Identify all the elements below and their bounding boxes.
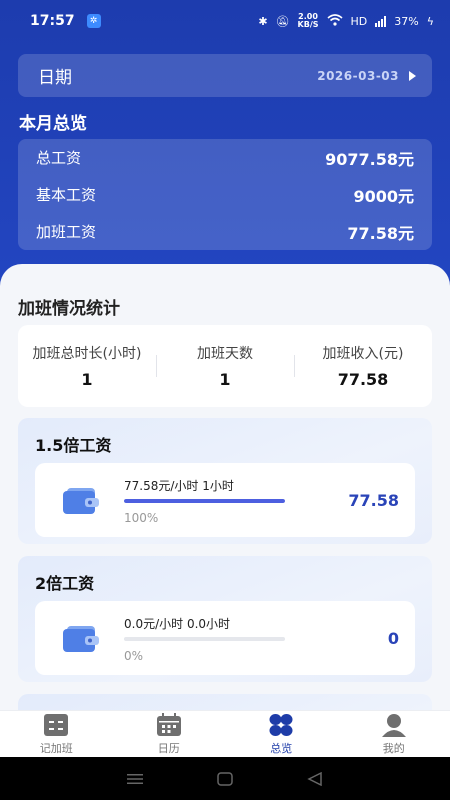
rate-detail: 77.58元/小时 1小时 bbox=[124, 479, 234, 493]
overview-row-total: 总工资 9077.58元 bbox=[36, 139, 414, 176]
app-notification-icon: ✲ bbox=[86, 14, 101, 28]
progress-fill bbox=[124, 499, 285, 503]
tab-mine[interactable]: 我的 bbox=[338, 711, 450, 757]
system-nav-bar bbox=[0, 757, 450, 800]
rate-amount: 0 bbox=[387, 629, 399, 648]
calculator-icon bbox=[43, 713, 69, 737]
user-icon bbox=[381, 713, 407, 737]
rate-item[interactable]: 77.58元/小时 1小时 100% 77.58 bbox=[35, 463, 415, 537]
stat-label: 加班天数 bbox=[197, 346, 253, 362]
status-time: 17:57 bbox=[30, 13, 75, 29]
overtime-stats-card: 加班总时长(小时) 1 加班天数 1 加班收入(元) 77.58 bbox=[18, 325, 432, 407]
home-nav-icon[interactable] bbox=[216, 771, 234, 786]
wifi-icon bbox=[327, 13, 343, 29]
date-label: 日期 bbox=[38, 68, 72, 88]
progress-percent: 100% bbox=[124, 511, 159, 525]
bluetooth-icon: ✱ bbox=[258, 14, 268, 28]
tab-label: 总览 bbox=[270, 741, 293, 755]
date-selector[interactable]: 日期 2026-03-03 bbox=[18, 54, 432, 97]
stat-value: 1 bbox=[81, 370, 93, 389]
stat-days: 加班天数 1 bbox=[156, 325, 294, 407]
rate-detail: 0.0元/小时 0.0小时 bbox=[124, 617, 231, 631]
progress-bar bbox=[124, 637, 285, 641]
overtime-stats-title: 加班情况统计 bbox=[18, 299, 120, 319]
chevron-right-icon bbox=[409, 70, 416, 81]
signal-icon bbox=[375, 15, 387, 27]
date-value: 2026-03-03 bbox=[317, 68, 399, 83]
stat-total-hours: 加班总时长(小时) 1 bbox=[18, 325, 156, 407]
hd-label: HD bbox=[350, 14, 368, 28]
wallet-icon bbox=[63, 626, 99, 652]
rate-amount: 77.58 bbox=[348, 491, 399, 510]
stat-label: 加班收入(元) bbox=[322, 346, 404, 362]
tab-calendar[interactable]: 日历 bbox=[113, 711, 226, 757]
stat-label: 加班总时长(小时) bbox=[32, 346, 142, 362]
rate-group-title: 2倍工资 bbox=[35, 574, 95, 593]
rate-group-title: 1.5倍工资 bbox=[35, 436, 112, 455]
progress-percent: 0% bbox=[124, 649, 144, 663]
overview-label: 基本工资 bbox=[36, 186, 97, 204]
content-sheet[interactable]: 加班情况统计 加班总时长(小时) 1 加班天数 1 加班收入(元) 77.58 … bbox=[0, 264, 450, 710]
menu-nav-icon[interactable] bbox=[126, 772, 144, 786]
mute-bell-icon: 🔕︎ bbox=[275, 14, 290, 28]
charging-icon: ϟ bbox=[426, 14, 434, 28]
progress-bar bbox=[124, 499, 285, 503]
tab-record-overtime[interactable]: 记加班 bbox=[0, 711, 113, 757]
battery-percent: 37% bbox=[394, 14, 419, 28]
status-icons: ✱ 🔕︎ 2.00 KB/S HD 37% ϟ bbox=[258, 13, 434, 29]
tab-label: 日历 bbox=[157, 741, 180, 755]
rate-group-2x: 2倍工资 0.0元/小时 0.0小时 0% 0 bbox=[18, 556, 432, 682]
overview-value: 9000元 bbox=[353, 186, 414, 206]
rate-group-next bbox=[18, 694, 432, 710]
wallet-icon bbox=[63, 488, 99, 514]
tab-label: 我的 bbox=[382, 741, 405, 755]
rate-group-1-5x: 1.5倍工资 77.58元/小时 1小时 100% 77.58 bbox=[18, 418, 432, 544]
calendar-icon bbox=[156, 712, 182, 737]
overview-row-basic: 基本工资 9000元 bbox=[36, 176, 414, 213]
tab-label: 记加班 bbox=[39, 741, 73, 755]
stat-value: 1 bbox=[219, 370, 231, 389]
overview-label: 加班工资 bbox=[36, 223, 97, 241]
monthly-overview-card: 总工资 9077.58元 基本工资 9000元 加班工资 77.58元 bbox=[18, 139, 432, 250]
overview-row-overtime: 加班工资 77.58元 bbox=[36, 213, 414, 250]
status-bar: 17:57 ✲ ✱ 🔕︎ 2.00 KB/S HD 37% ϟ bbox=[0, 0, 450, 42]
overview-value: 9077.58元 bbox=[325, 149, 414, 169]
monthly-overview-title: 本月总览 bbox=[19, 114, 87, 134]
network-speed: 2.00 KB/S bbox=[297, 12, 319, 29]
stat-income: 加班收入(元) 77.58 bbox=[294, 325, 432, 407]
overview-label: 总工资 bbox=[36, 149, 82, 167]
rate-item[interactable]: 0.0元/小时 0.0小时 0% 0 bbox=[35, 601, 415, 675]
overview-value: 77.58元 bbox=[347, 223, 414, 243]
overview-grid-icon bbox=[268, 713, 294, 737]
stat-value: 77.58 bbox=[337, 370, 389, 389]
back-nav-icon[interactable] bbox=[306, 771, 324, 786]
bottom-tab-bar: 记加班 日历 总览 我的 bbox=[0, 710, 450, 757]
tab-overview[interactable]: 总览 bbox=[225, 711, 338, 757]
